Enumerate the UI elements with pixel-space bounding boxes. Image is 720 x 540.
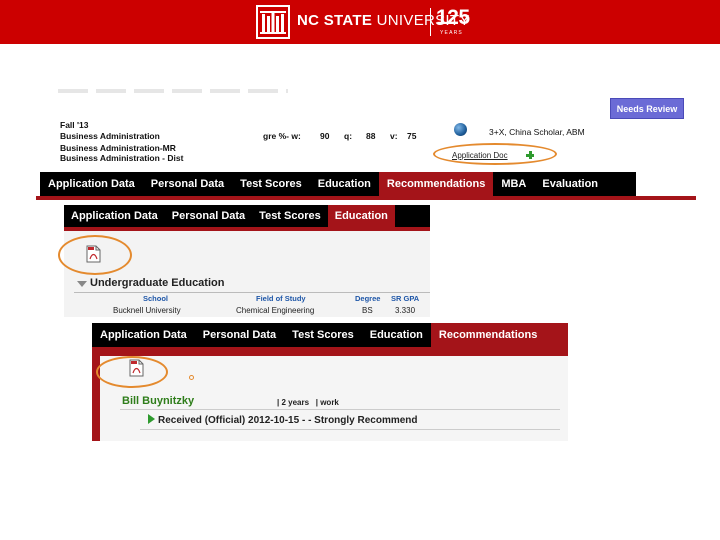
annotation-dot — [189, 375, 194, 380]
gre-q-label: q: — [344, 131, 353, 141]
gre-w-value: 90 — [320, 131, 330, 141]
tab-application-data[interactable]: Application Data — [92, 323, 195, 347]
needs-review-button[interactable]: Needs Review — [610, 98, 684, 119]
highlight-oval — [58, 235, 132, 275]
column-header-field: Field of Study — [256, 294, 306, 303]
recommendations-panel: Application Data Personal Data Test Scor… — [92, 323, 568, 441]
panel-left-edge — [92, 347, 100, 441]
faint-breadcrumb — [58, 89, 288, 93]
column-header-gpa: SR GPA — [391, 294, 420, 303]
tab-mba[interactable]: MBA — [493, 172, 534, 196]
gre-v-label: v: — [390, 131, 398, 141]
recommendations-tab-bar: Application Data Personal Data Test Scor… — [92, 323, 568, 347]
tab-education[interactable]: Education — [327, 205, 395, 227]
brand-bold: NC STATE — [297, 12, 373, 29]
university-header: NC STATE UNIVERSITY 125 YEARS — [0, 0, 720, 44]
divider — [140, 429, 560, 430]
recommender-meta: | 2 years | work — [277, 398, 339, 407]
program-2: Business Administration-MR — [60, 143, 176, 153]
gre-v-value: 75 — [407, 131, 417, 141]
cell-school: Bucknell University — [113, 306, 181, 315]
anniversary-label: YEARS — [440, 30, 463, 36]
divider — [120, 409, 560, 410]
tab-personal-data[interactable]: Personal Data — [195, 323, 284, 347]
divider — [74, 292, 430, 293]
recommendation-status: Received (Official) 2012-10-15 - - Stron… — [158, 415, 418, 426]
tab-test-scores[interactable]: Test Scores — [284, 323, 362, 347]
section-heading: Undergraduate Education — [90, 277, 225, 289]
tab-education[interactable]: Education — [310, 172, 379, 196]
program-1: Business Administration — [60, 131, 160, 141]
triangle-down-icon[interactable] — [77, 281, 87, 287]
logo-divider — [430, 8, 431, 36]
tab-education[interactable]: Education — [362, 323, 431, 347]
tab-application-data[interactable]: Application Data — [64, 205, 165, 227]
panel-band — [92, 347, 568, 356]
tab-evaluation[interactable]: Evaluation — [534, 172, 606, 196]
gre-label: gre %- w: — [263, 131, 301, 141]
cell-degree: BS — [362, 306, 373, 315]
tab-recommendations[interactable]: Recommendations — [378, 172, 494, 196]
column-header-school: School — [143, 294, 169, 303]
term: Fall '13 — [60, 120, 89, 130]
program-3: Business Administration - Dist — [60, 153, 184, 163]
tab-test-scores[interactable]: Test Scores — [252, 205, 328, 227]
tab-personal-data[interactable]: Personal Data — [143, 172, 232, 196]
cell-gpa: 3.330 — [395, 306, 416, 315]
tab-test-scores[interactable]: Test Scores — [232, 172, 310, 196]
tab-recommendations[interactable]: Recommendations — [430, 323, 568, 347]
recommender-duration: 2 years — [281, 398, 310, 407]
applicant-tags: 3+X, China Scholar, ABM — [489, 127, 585, 137]
triangle-right-icon[interactable] — [148, 414, 155, 424]
tab-personal-data[interactable]: Personal Data — [165, 205, 252, 227]
main-tab-bar: Application Data Personal Data Test Scor… — [40, 172, 636, 196]
recommender-name[interactable]: Bill Buynitzky — [122, 395, 194, 407]
cell-field: Chemical Engineering — [236, 306, 315, 315]
recommender-relation: work — [320, 398, 339, 407]
globe-icon — [454, 123, 467, 136]
anniversary-number: 125 — [436, 6, 470, 29]
tab-application-data[interactable]: Application Data — [40, 172, 143, 196]
highlight-oval — [433, 143, 557, 165]
nc-state-logo-icon — [256, 5, 290, 39]
highlight-oval — [96, 356, 168, 388]
tab-bar-underline — [36, 196, 696, 200]
education-tab-bar: Application Data Personal Data Test Scor… — [64, 205, 430, 227]
education-panel: Application Data Personal Data Test Scor… — [58, 205, 430, 317]
column-header-degree: Degree — [355, 294, 381, 303]
gre-q-value: 88 — [366, 131, 376, 141]
